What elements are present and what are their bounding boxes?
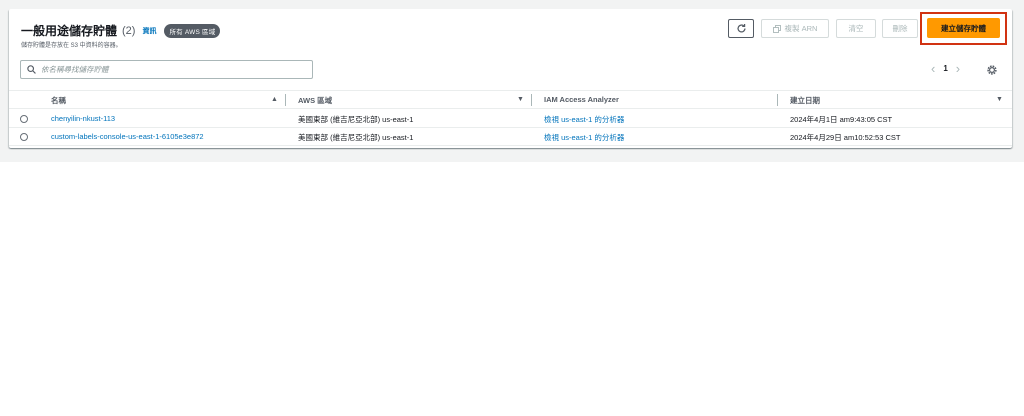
sort-icon[interactable]: ▼ [517, 96, 524, 103]
page-number[interactable]: 1 [943, 64, 947, 73]
panel-description: 儲存貯體是存放在 S3 中資料的容器。 [21, 43, 122, 49]
creation-date: 2024年4月29日 am10:52:53 CST [790, 133, 901, 142]
sort-ascending-icon[interactable]: ▲ [271, 96, 278, 103]
refresh-button[interactable] [728, 19, 754, 38]
bucket-region: 美國東部 (維吉尼亞北部) us-east-1 [298, 115, 414, 124]
copy-arn-button[interactable]: 複製 ARN [761, 19, 829, 38]
region-badge: 所有 AWS 區域 [164, 23, 221, 38]
empty-bucket-button[interactable]: 清空 [836, 19, 876, 38]
column-divider[interactable] [531, 94, 532, 106]
row-select-radio[interactable] [20, 133, 28, 141]
search-input[interactable]: 依名稱尋找儲存貯體 [20, 60, 313, 79]
sort-icon[interactable]: ▼ [996, 96, 1003, 103]
info-link[interactable]: 資訊 [142, 26, 156, 36]
delete-bucket-button[interactable]: 刪除 [882, 19, 918, 38]
copy-arn-label: 複製 ARN [784, 24, 818, 33]
bucket-name-link[interactable]: chenyilin-nkust-113 [51, 114, 115, 123]
buckets-panel: 一般用途儲存貯體 (2) 資訊 所有 AWS 區域 儲存貯體是存放在 S3 中資… [9, 9, 1012, 148]
gear-icon[interactable] [986, 64, 998, 76]
panel-header: 一般用途儲存貯體 (2) 資訊 所有 AWS 區域 [21, 22, 221, 39]
table-header: 名稱 ▲ AWS 區域 ▼ IAM Access Analyzer 建立日期 ▼ [9, 90, 1012, 109]
table-row: chenyilin-nkust-113 美國東部 (維吉尼亞北部) us-eas… [9, 110, 1012, 128]
search-icon [27, 65, 36, 74]
column-divider[interactable] [285, 94, 286, 106]
column-divider[interactable] [777, 94, 778, 106]
chevron-right-icon[interactable]: › [956, 62, 960, 75]
search-placeholder: 依名稱尋找儲存貯體 [41, 65, 109, 74]
empty-bucket-label: 清空 [848, 24, 864, 33]
analyzer-link[interactable]: 檢視 us-east-1 的分析器 [544, 114, 624, 125]
delete-bucket-label: 刪除 [892, 24, 908, 33]
bucket-region: 美國東部 (維吉尼亞北部) us-east-1 [298, 133, 414, 142]
creation-date: 2024年4月1日 am9:43:05 CST [790, 115, 893, 124]
analyzer-link[interactable]: 檢視 us-east-1 的分析器 [544, 132, 624, 143]
bucket-name-link[interactable]: custom-labels-console-us-east-1-6105e3e8… [51, 132, 204, 141]
column-header-analyzer[interactable]: IAM Access Analyzer [544, 95, 619, 104]
pagination: ‹ 1 › [931, 62, 960, 75]
refresh-icon [737, 24, 746, 33]
column-header-name[interactable]: 名稱 [51, 95, 66, 106]
column-header-created[interactable]: 建立日期 [790, 95, 820, 106]
bucket-count: (2) [122, 24, 136, 37]
highlight-box [920, 12, 1007, 45]
copy-icon [772, 24, 781, 33]
column-header-region[interactable]: AWS 區域 [298, 95, 332, 106]
row-select-radio[interactable] [20, 115, 28, 123]
page-title: 一般用途儲存貯體 [21, 24, 118, 38]
chevron-left-icon[interactable]: ‹ [931, 62, 935, 75]
table-row: custom-labels-console-us-east-1-6105e3e8… [9, 128, 1012, 146]
